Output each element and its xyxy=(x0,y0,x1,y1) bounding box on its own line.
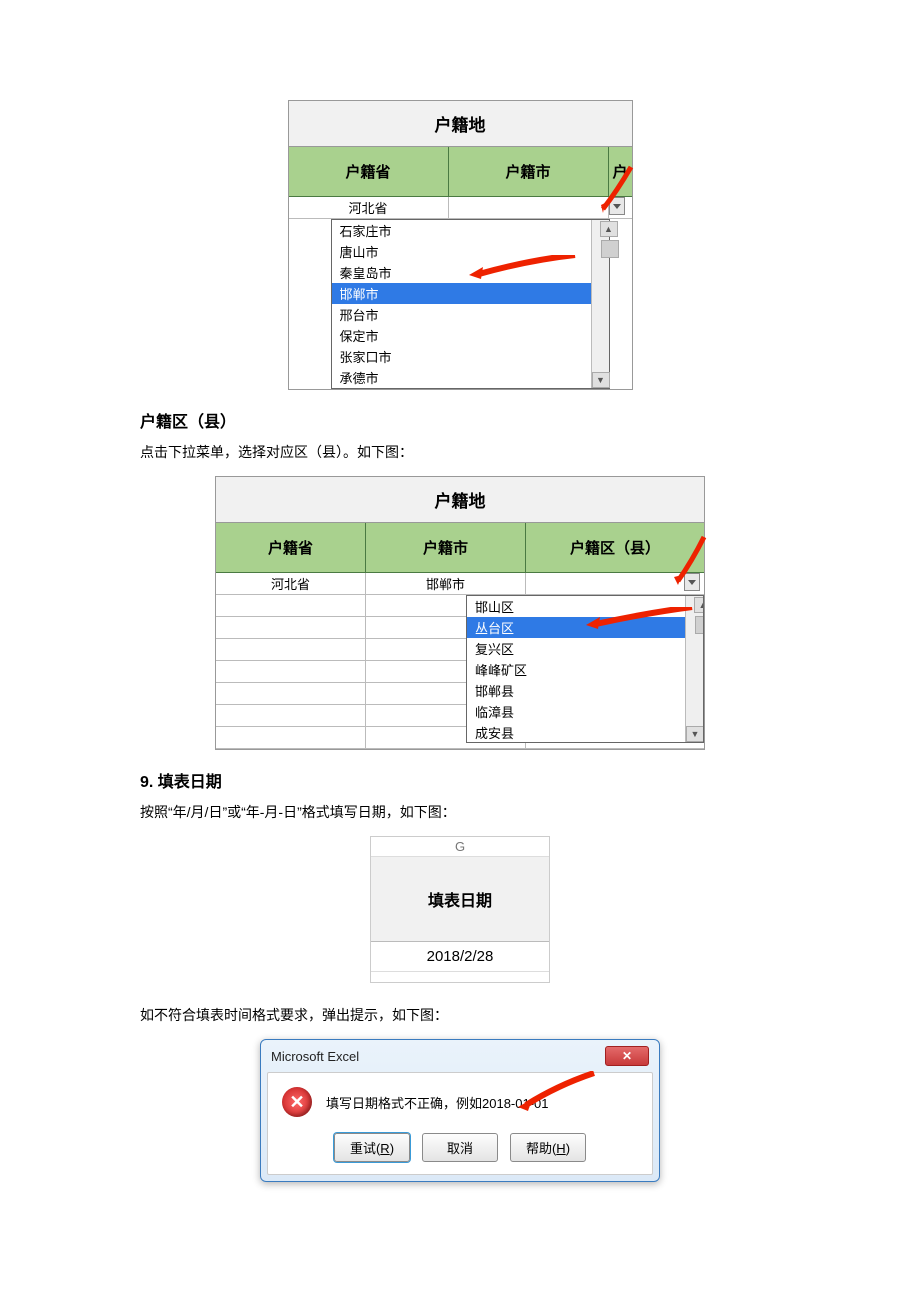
data-row: 河北省 邯郸市 xyxy=(216,573,704,595)
list-item-selected[interactable]: 丛台区 xyxy=(467,617,703,638)
list-item[interactable]: 唐山市 xyxy=(332,241,609,262)
list-item[interactable]: 张家口市 xyxy=(332,346,609,367)
dialog-title: Microsoft Excel xyxy=(271,1049,359,1064)
dialog-message: 填写日期格式不正确，例如2018-01-01 xyxy=(326,1093,549,1112)
dropdown-button[interactable] xyxy=(684,573,700,591)
list-item[interactable]: 秦皇岛市 xyxy=(332,262,609,283)
scroll-up-icon[interactable]: ▲ xyxy=(694,597,704,613)
error-dialog: Microsoft Excel ✕ ✕ 填写日期格式不正确，例如2018-01-… xyxy=(260,1039,660,1182)
date-value: 2018/2/28 xyxy=(371,942,549,972)
col-city: 户籍市 xyxy=(366,523,526,573)
excel-city-dropdown-shot: 户籍地 户籍省 户籍市 户 河北省 石家庄市 唐山市 秦皇岛市 邯郸市 邢台市 … xyxy=(288,100,633,390)
list-item[interactable]: 承德市 xyxy=(332,367,609,388)
merged-header: 户籍地 xyxy=(216,477,704,523)
excel-date-shot: G 填表日期 2018/2/28 xyxy=(370,836,550,983)
header-row: 户籍省 户籍市 户籍区（县） xyxy=(216,523,704,573)
column-letter: G xyxy=(371,837,549,857)
province-value: 河北省 xyxy=(289,197,449,219)
list-item[interactable]: 保定市 xyxy=(332,325,609,346)
scrollbar[interactable]: ▲ ▼ xyxy=(591,220,609,388)
col-partial: 户 xyxy=(609,147,632,197)
cancel-button[interactable]: 取消 xyxy=(422,1133,498,1162)
province-value: 河北省 xyxy=(216,573,366,595)
header-row: 户籍省 户籍市 户 xyxy=(289,147,632,197)
col-city: 户籍市 xyxy=(449,147,609,197)
merged-header: 户籍地 xyxy=(289,101,632,147)
help-button[interactable]: 帮助(H) xyxy=(510,1133,586,1162)
list-item[interactable]: 临漳县 xyxy=(467,701,703,722)
section-text-date: 按照“年/月/日”或“年-月-日”格式填写日期，如下图： xyxy=(140,802,780,822)
scroll-down-icon[interactable]: ▼ xyxy=(686,726,704,742)
retry-button[interactable]: 重试(R) xyxy=(334,1133,410,1162)
list-item[interactable]: 邯山区 xyxy=(467,596,703,617)
list-item[interactable]: 石家庄市 xyxy=(332,220,609,241)
list-item[interactable]: 成安县 xyxy=(467,722,703,743)
error-icon: ✕ xyxy=(282,1087,312,1117)
section-text-dialog: 如不符合填表时间格式要求，弹出提示，如下图： xyxy=(140,1005,780,1025)
col-district: 户籍区（县） xyxy=(526,523,704,573)
district-listbox[interactable]: 邯山区 丛台区 复兴区 峰峰矿区 邯郸县 临漳县 成安县 大名县 ▲ ▼ xyxy=(466,595,704,743)
scrollbar[interactable]: ▲ ▼ xyxy=(685,596,703,742)
data-row: 河北省 xyxy=(289,197,632,219)
city-listbox[interactable]: 石家庄市 唐山市 秦皇岛市 邯郸市 邢台市 保定市 张家口市 承德市 ▲ ▼ xyxy=(331,219,610,389)
section-heading-county: 户籍区（县） xyxy=(140,408,780,432)
district-cell[interactable] xyxy=(526,573,704,595)
col-province: 户籍省 xyxy=(216,523,366,573)
excel-district-dropdown-shot: 户籍地 户籍省 户籍市 户籍区（县） 河北省 邯郸市 邯山区 丛台区 复兴区 峰… xyxy=(215,476,705,750)
list-item-selected[interactable]: 邯郸市 xyxy=(332,283,609,304)
city-cell[interactable] xyxy=(449,197,609,219)
list-item[interactable]: 峰峰矿区 xyxy=(467,659,703,680)
list-item[interactable]: 邯郸县 xyxy=(467,680,703,701)
list-item[interactable]: 邢台市 xyxy=(332,304,609,325)
section-text-county: 点击下拉菜单，选择对应区（县）。如下图： xyxy=(140,442,780,462)
list-item[interactable]: 复兴区 xyxy=(467,638,703,659)
scroll-thumb[interactable] xyxy=(601,240,619,258)
close-button[interactable]: ✕ xyxy=(605,1046,649,1066)
date-header: 填表日期 xyxy=(371,857,549,942)
dropdown-button[interactable] xyxy=(609,197,625,215)
scroll-up-icon[interactable]: ▲ xyxy=(600,221,618,237)
section-heading-date: 9. 填表日期 xyxy=(140,768,780,792)
scroll-thumb[interactable] xyxy=(695,616,704,634)
col-province: 户籍省 xyxy=(289,147,449,197)
city-value: 邯郸市 xyxy=(366,573,526,595)
scroll-down-icon[interactable]: ▼ xyxy=(592,372,610,388)
